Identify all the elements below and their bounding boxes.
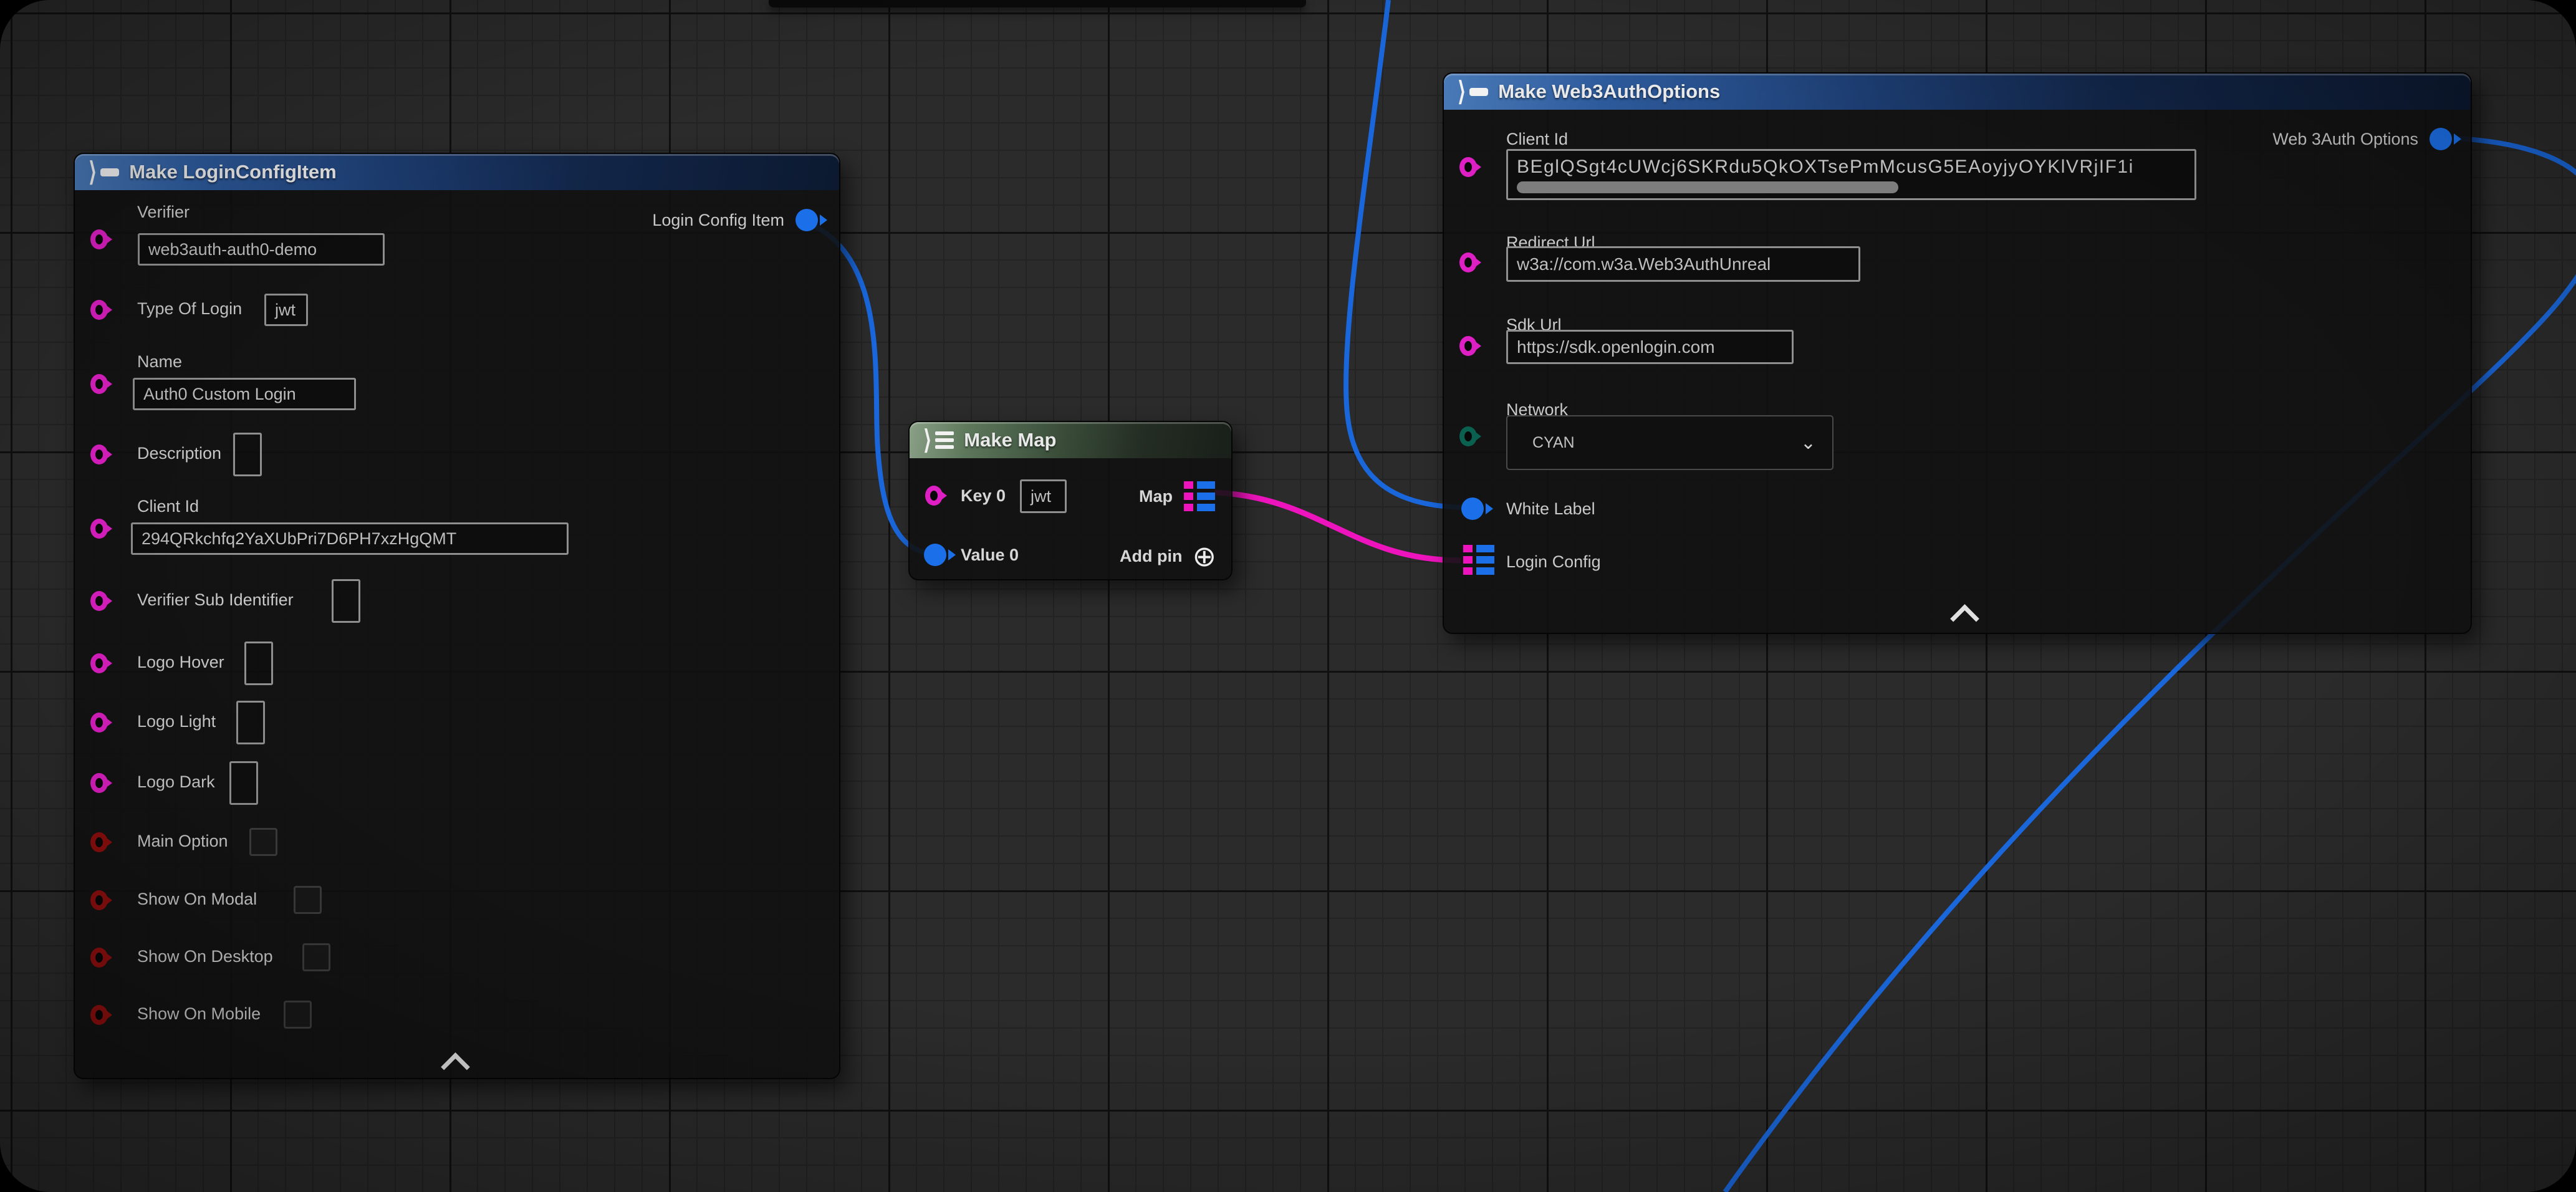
pin-label-show-on-desktop: Show On Desktop: [137, 947, 273, 966]
input-pin-network[interactable]: [1459, 426, 1477, 446]
pin-label-type-of-login: Type Of Login: [137, 299, 242, 319]
pin-label-show-on-mobile: Show On Mobile: [137, 1004, 261, 1024]
output-pin-label: Web 3Auth Options: [2272, 130, 2418, 149]
pin-label-description: Description: [137, 444, 221, 463]
wire-map-to-loginconfig[interactable]: [1214, 493, 1461, 560]
output-pin-label: Map: [1139, 487, 1173, 506]
client-id-text: BEglQSgt4cUWcj6SKRdu5QkOXTsePmMcusG5EAoy…: [1517, 156, 2134, 178]
node-header-make-web3authoptions[interactable]: ⟩ Make Web3AuthOptions: [1444, 74, 2471, 110]
output-web3auth-options: Web 3Auth Options: [2272, 128, 2452, 150]
pin-label-verifier: Verifier: [137, 203, 190, 222]
client-id-field[interactable]: 294QRkchfq2YaXUbPri7D6PH7xzHgQMT: [131, 522, 569, 555]
pin-label-name: Name: [137, 352, 182, 372]
pin-label-logo-light: Logo Light: [137, 712, 216, 731]
pin-label-client-id: Client Id: [1506, 130, 1568, 149]
node-header-make-loginconfigitem[interactable]: ⟩ Make LoginConfigItem: [75, 154, 839, 190]
input-pin-value0[interactable]: [924, 544, 946, 566]
input-pin-logo-hover[interactable]: [90, 653, 108, 673]
make-struct-icon: ⟩: [89, 160, 119, 185]
input-pin-logo-dark[interactable]: [90, 773, 108, 793]
pin-label-main-option: Main Option: [137, 832, 228, 851]
input-pin-white-label[interactable]: [1461, 497, 1484, 520]
output-map: Map: [1139, 481, 1215, 511]
input-pin-client-id[interactable]: [1459, 157, 1477, 177]
pin-label-key0: Key 0: [961, 486, 1006, 506]
output-pin-login-config-item[interactable]: [795, 209, 818, 231]
logo-hover-field[interactable]: [244, 642, 273, 685]
logo-dark-field[interactable]: [229, 761, 258, 805]
input-pin-type-of-login[interactable]: [90, 300, 108, 320]
input-pin-verifier[interactable]: [90, 229, 108, 249]
pin-label-show-on-modal: Show On Modal: [137, 890, 257, 909]
verifier-sub-identifier-field[interactable]: [332, 579, 360, 623]
node-make-map[interactable]: ⟩ Make Map Key 0 jwt Map Value 0 Add pin: [908, 421, 1233, 580]
show-on-modal-checkbox[interactable]: [294, 886, 322, 914]
input-pin-sdk-url[interactable]: [1459, 336, 1477, 356]
logo-light-field[interactable]: [236, 701, 265, 744]
pin-label-client-id: Client Id: [137, 497, 199, 516]
blueprint-graph-canvas[interactable]: ⟩ Make LoginConfigItem Login Config Item…: [0, 0, 2576, 1192]
network-dropdown[interactable]: CYAN ⌄: [1506, 415, 1833, 470]
input-pin-key0[interactable]: [925, 486, 943, 506]
pin-label-white-label: White Label: [1506, 499, 1595, 519]
input-pin-name[interactable]: [90, 374, 108, 394]
pin-label-logo-hover: Logo Hover: [137, 653, 224, 672]
chevron-down-icon: ⌄: [1800, 432, 1816, 454]
input-pin-description[interactable]: [90, 445, 108, 464]
input-pin-show-on-modal[interactable]: [90, 890, 108, 910]
sdk-url-field[interactable]: https://sdk.openlogin.com: [1506, 330, 1794, 364]
output-pin-map[interactable]: [1184, 481, 1215, 511]
node-title: Make LoginConfigItem: [129, 161, 336, 183]
input-pin-redirect-url[interactable]: [1459, 252, 1477, 272]
input-pin-main-option[interactable]: [90, 832, 108, 852]
make-map-icon: ⟩: [923, 428, 954, 453]
input-pin-login-config[interactable]: [1463, 545, 1494, 575]
pin-label-value0: Value 0: [961, 546, 1019, 565]
collapse-chevron-icon[interactable]: [441, 1052, 470, 1082]
node-title: Make Web3AuthOptions: [1498, 80, 1720, 103]
description-field[interactable]: [233, 433, 262, 476]
pin-label-verifier-sub-identifier: Verifier Sub Identifier: [137, 590, 294, 610]
client-id-field[interactable]: BEglQSgt4cUWcj6SKRdu5QkOXTsePmMcusG5EAoy…: [1506, 149, 2196, 200]
show-on-desktop-checkbox[interactable]: [302, 943, 330, 971]
network-selected-value: CYAN: [1532, 434, 1575, 452]
input-pin-verifier-sub-identifier[interactable]: [90, 591, 108, 611]
node-title: Make Map: [964, 429, 1056, 451]
input-pin-logo-light[interactable]: [90, 713, 108, 733]
key0-field[interactable]: jwt: [1020, 479, 1067, 513]
output-pin-label: Login Config Item: [652, 211, 784, 230]
name-field[interactable]: Auth0 Custom Login: [133, 378, 356, 410]
add-pin-row[interactable]: Add pin ⊕: [1120, 542, 1216, 570]
pin-label-login-config: Login Config: [1506, 552, 1601, 572]
input-pin-show-on-desktop[interactable]: [90, 948, 108, 968]
make-struct-icon: ⟩: [1458, 79, 1488, 104]
output-pin-web3auth-options[interactable]: [2429, 128, 2452, 150]
verifier-field[interactable]: web3auth-auth0-demo: [138, 233, 385, 266]
node-header-make-map[interactable]: ⟩ Make Map: [910, 422, 1231, 458]
offscreen-node-edge: [769, 0, 1306, 7]
client-id-scrollbar[interactable]: [1517, 181, 1898, 193]
add-pin-label: Add pin: [1120, 547, 1182, 566]
output-login-config-item: Login Config Item: [652, 209, 818, 231]
blueprint-editor: ⟩ Make LoginConfigItem Login Config Item…: [0, 0, 2576, 1192]
type-of-login-field[interactable]: jwt: [264, 294, 308, 326]
node-make-web3authoptions[interactable]: ⟩ Make Web3AuthOptions Web 3Auth Options…: [1443, 72, 2472, 634]
node-make-loginconfigitem[interactable]: ⟩ Make LoginConfigItem Login Config Item…: [74, 153, 840, 1079]
redirect-url-field[interactable]: w3a://com.w3a.Web3AuthUnreal: [1506, 246, 1860, 282]
add-pin-icon[interactable]: ⊕: [1192, 542, 1216, 570]
pin-label-logo-dark: Logo Dark: [137, 772, 215, 792]
input-pin-client-id[interactable]: [90, 519, 108, 539]
show-on-mobile-checkbox[interactable]: [284, 1001, 312, 1029]
input-pin-show-on-mobile[interactable]: [90, 1005, 108, 1025]
collapse-chevron-icon[interactable]: [1950, 604, 1979, 633]
main-option-checkbox[interactable]: [249, 828, 277, 856]
